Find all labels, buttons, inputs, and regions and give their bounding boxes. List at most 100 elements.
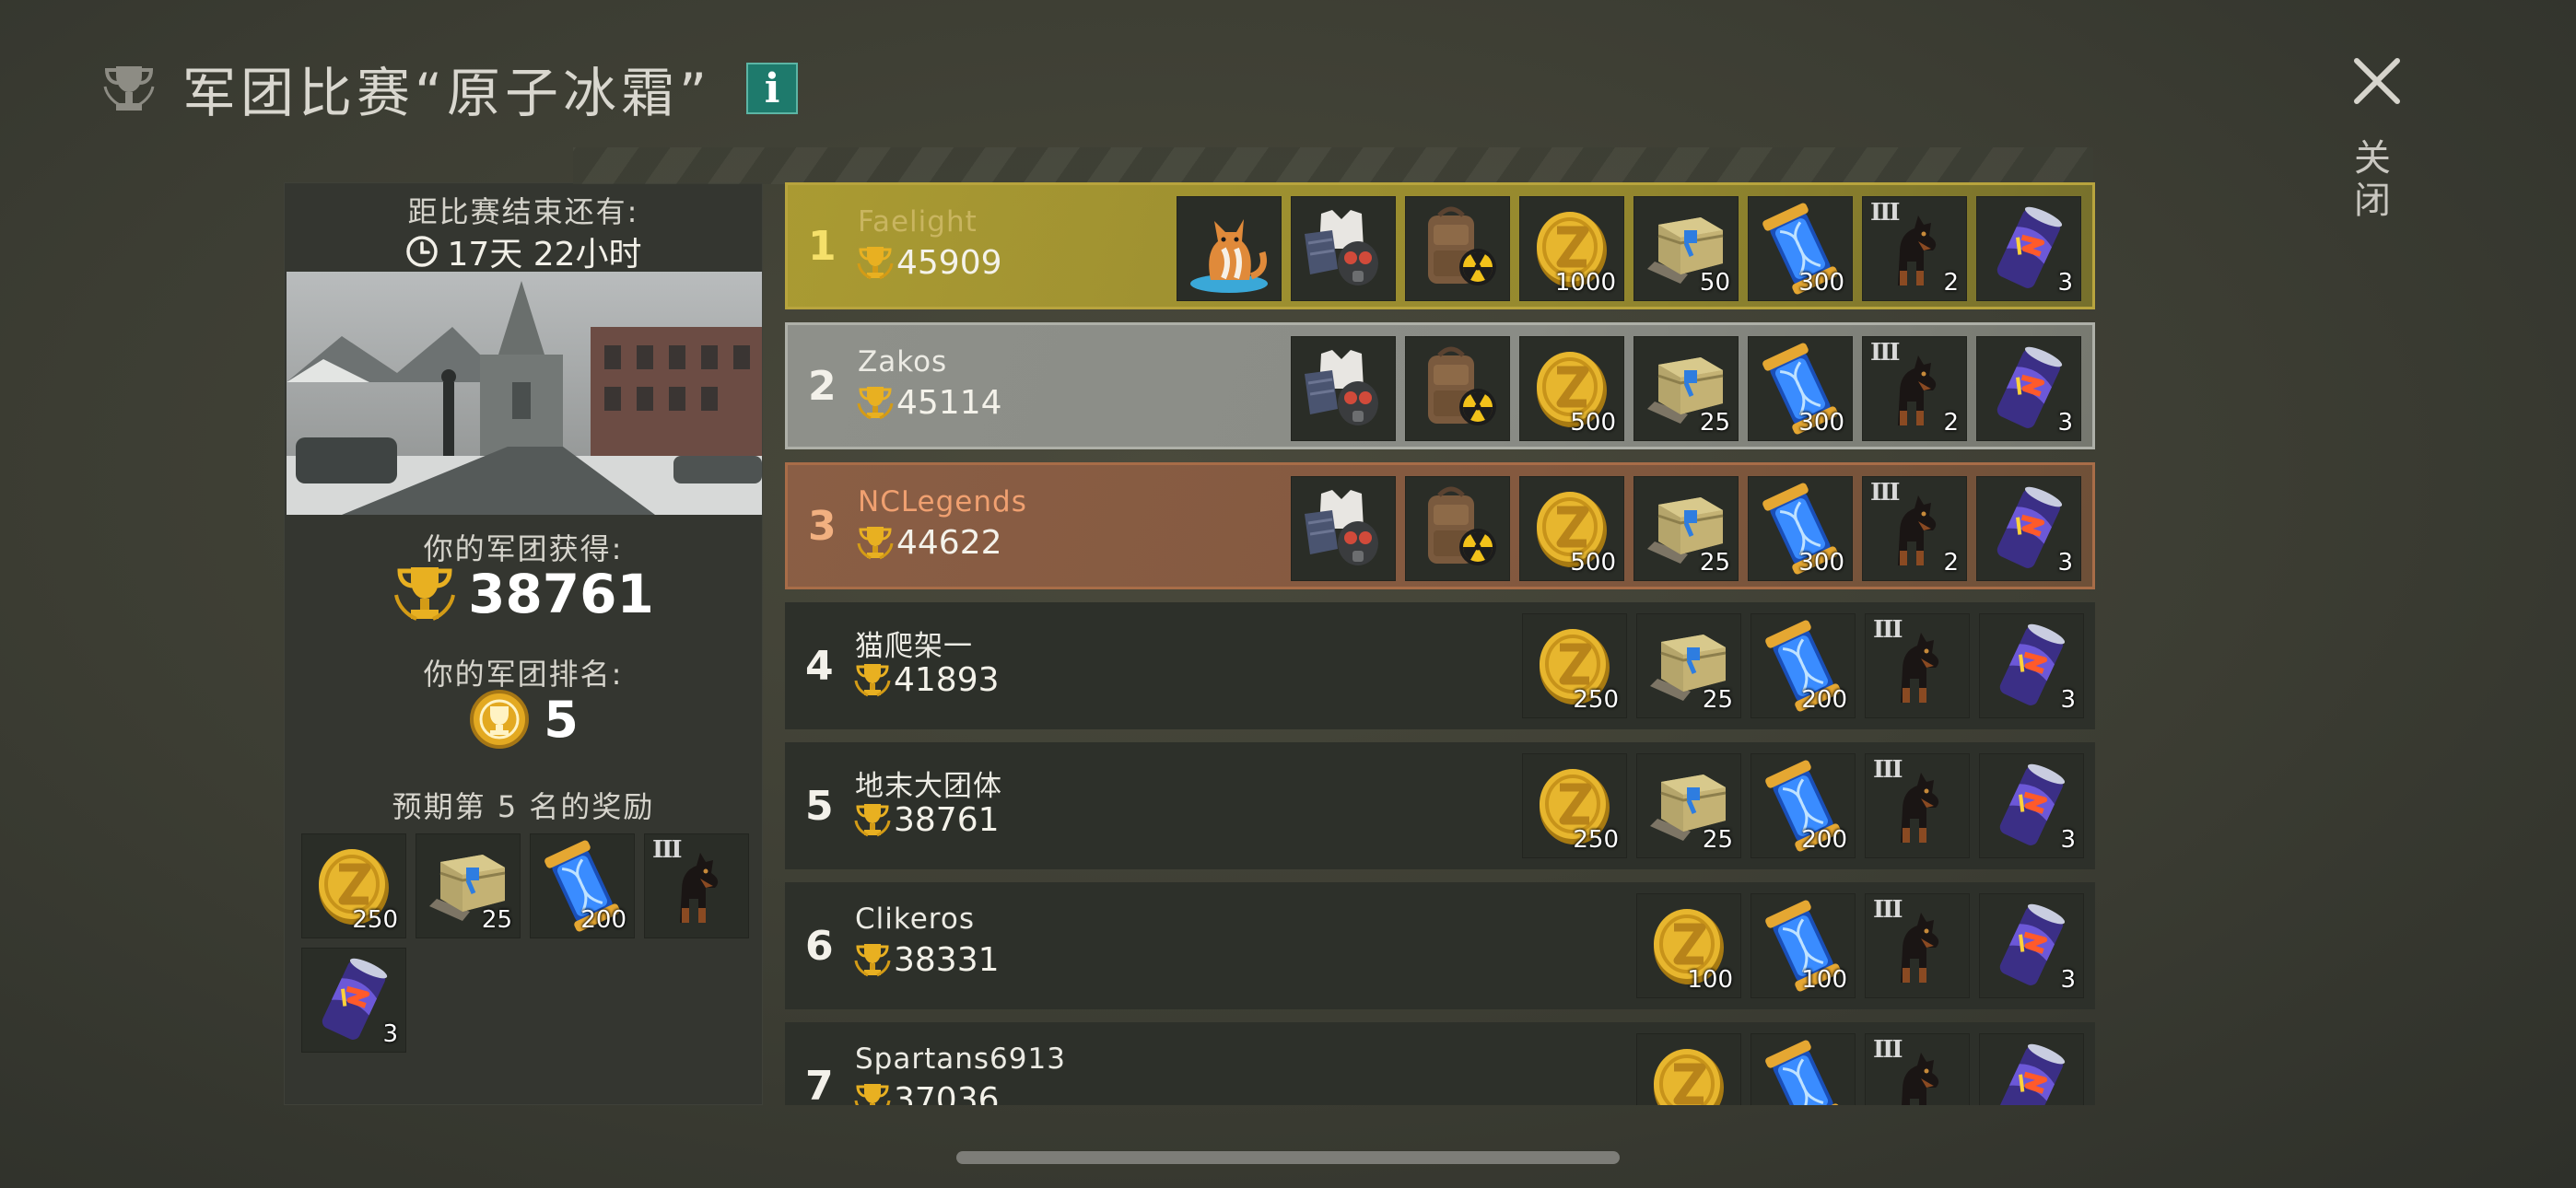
legion-score-value: 44622: [896, 524, 1002, 562]
tier-label: III: [1873, 896, 1903, 924]
tier-label: III: [652, 836, 682, 864]
leaderboard-row[interactable]: 4 猫爬架一 41893 250 25 200 III 3: [785, 602, 2095, 729]
expected-reward-item[interactable]: 250: [301, 833, 406, 938]
reward-item[interactable]: 100: [1636, 893, 1741, 998]
leaderboard-row[interactable]: 6 Clikeros 38331 100 100 III 3: [785, 882, 2095, 1009]
reward-item[interactable]: [1291, 336, 1396, 441]
trophy-icon: [854, 663, 891, 696]
expected-reward-item[interactable]: 3: [301, 948, 406, 1053]
reward-item[interactable]: III 2: [1862, 196, 1967, 301]
trophy-icon: [854, 803, 891, 836]
leaderboard-row[interactable]: 2 Zakos 45114 500 25 300 III 2 3: [785, 322, 2095, 449]
trophy-icon: [857, 246, 894, 279]
event-summary-panel: 距比赛结束还有: 17天 22小时 你的军团获得: 38761 你的军团排名: …: [284, 182, 763, 1105]
trophy-icon: [103, 66, 155, 111]
leaderboard: 1 Faelight 45909 1000 50 300 III 2 3 2 Z…: [785, 182, 2095, 1105]
expected-rewards: 250 25 200 III 3: [301, 833, 753, 1053]
row-rewards: 250 25 200 III 3: [1522, 613, 2084, 718]
reward-item[interactable]: 3: [1979, 753, 2084, 858]
reward-item[interactable]: 200: [1751, 613, 1856, 718]
reward-item[interactable]: 3: [1976, 196, 2081, 301]
your-score: 38761: [285, 563, 762, 625]
legion-score: 37036: [853, 1081, 1000, 1105]
expected-reward-item[interactable]: 200: [530, 833, 635, 938]
reward-item[interactable]: III: [1865, 753, 1970, 858]
reward-item[interactable]: 3: [1979, 893, 2084, 998]
expected-rewards-label: 预期第 5 名的奖励: [392, 789, 655, 824]
reward-item[interactable]: 300: [1748, 336, 1853, 441]
reward-quantity: 3: [2057, 409, 2073, 437]
reward-item[interactable]: III 2: [1862, 476, 1967, 581]
reward-item[interactable]: 25: [1636, 613, 1741, 718]
reward-item[interactable]: [1751, 1033, 1856, 1105]
reward-quantity: 3: [2060, 826, 2076, 854]
reward-quantity: 25: [1699, 549, 1730, 577]
reward-item[interactable]: 500: [1519, 476, 1624, 581]
reward-item[interactable]: 250: [1522, 613, 1627, 718]
reward-item[interactable]: [1405, 196, 1510, 301]
energy-can-icon: [1999, 1043, 2066, 1105]
reward-item[interactable]: [1177, 196, 1282, 301]
reward-quantity: 25: [1699, 409, 1730, 437]
reward-item[interactable]: 250: [1522, 753, 1627, 858]
leaderboard-row[interactable]: 7 Spartans6913 37036 III: [785, 1022, 2095, 1105]
reward-item[interactable]: 500: [1519, 336, 1624, 441]
reward-quantity: 300: [1798, 409, 1844, 437]
leaderboard-row[interactable]: 5 地末大团体 38761 250 25 200 III 3: [785, 742, 2095, 869]
radiation-backpack-icon: [1428, 486, 1496, 565]
reward-item[interactable]: [1636, 1033, 1741, 1105]
reward-item[interactable]: 100: [1751, 893, 1856, 998]
row-rewards: 250 25 200 III 3: [1522, 753, 2084, 858]
tier-label: III: [1873, 616, 1903, 644]
rank-number: 2: [808, 362, 837, 410]
home-indicator[interactable]: [956, 1151, 1620, 1164]
reward-item[interactable]: [1979, 1033, 2084, 1105]
reward-item[interactable]: 25: [1633, 336, 1739, 441]
info-button[interactable]: i: [746, 63, 799, 114]
rank-number: 4: [805, 642, 834, 690]
countdown: 17天 22小时: [285, 227, 762, 275]
reward-item[interactable]: [1291, 196, 1396, 301]
legion-score-value: 45114: [896, 384, 1002, 422]
radiation-backpack-icon: [1428, 206, 1496, 285]
reward-item[interactable]: III: [1865, 1033, 1970, 1105]
vest-gasmask-icon: [1305, 490, 1378, 565]
close-icon[interactable]: [2348, 52, 2406, 111]
rank-number: 3: [808, 502, 837, 550]
reward-quantity: 25: [1702, 686, 1733, 714]
reward-item[interactable]: 300: [1748, 196, 1853, 301]
reward-item[interactable]: 50: [1633, 196, 1739, 301]
reward-item[interactable]: 3: [1976, 476, 2081, 581]
row-rewards: 500 25 300 III 2 3: [1291, 476, 2081, 581]
reward-item[interactable]: III 2: [1862, 336, 1967, 441]
reward-item[interactable]: 200: [1751, 753, 1856, 858]
reward-item[interactable]: III: [1865, 613, 1970, 718]
legion-name: 猫爬架一: [855, 630, 973, 663]
reward-item[interactable]: [1405, 336, 1510, 441]
close-button[interactable]: 关闭: [2348, 138, 2395, 223]
expected-reward-item[interactable]: 25: [416, 833, 521, 938]
reward-item[interactable]: [1291, 476, 1396, 581]
cat-icon: [1190, 219, 1268, 293]
reward-item[interactable]: 3: [1979, 613, 2084, 718]
reward-item[interactable]: III: [1865, 893, 1970, 998]
reward-item[interactable]: 300: [1748, 476, 1853, 581]
trophy-icon: [394, 567, 456, 621]
tier-label: III: [1870, 479, 1900, 507]
reward-item[interactable]: 1000: [1519, 196, 1624, 301]
your-rank: 5: [285, 688, 762, 751]
reward-quantity: 2: [1943, 409, 1959, 437]
reward-quantity: 2: [1943, 269, 1959, 297]
legion-name: Zakos: [858, 345, 948, 379]
legion-score: 38761: [853, 801, 1000, 839]
countdown-value: 17天 22小时: [447, 236, 642, 274]
reward-item[interactable]: 25: [1636, 753, 1741, 858]
reward-item[interactable]: [1405, 476, 1510, 581]
leaderboard-row[interactable]: 1 Faelight 45909 1000 50 300 III 2 3: [785, 182, 2095, 309]
reward-item[interactable]: 25: [1633, 476, 1739, 581]
legion-score-value: 38761: [894, 801, 1000, 839]
reward-item[interactable]: 3: [1976, 336, 2081, 441]
expected-reward-item[interactable]: III: [644, 833, 749, 938]
row-rewards: III: [1636, 1033, 2084, 1105]
leaderboard-row[interactable]: 3 NCLegends 44622 500 25 300 III 2 3: [785, 462, 2095, 589]
